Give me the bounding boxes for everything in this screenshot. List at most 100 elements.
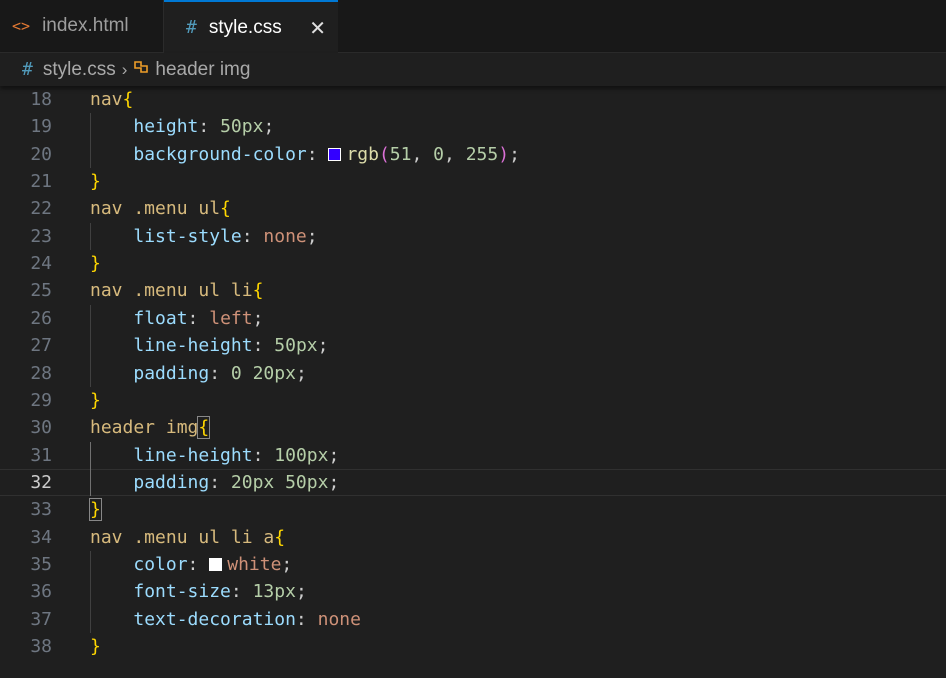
color-swatch-icon[interactable]: [328, 147, 342, 161]
code-token: :: [198, 116, 221, 138]
line-number: 26: [30, 307, 52, 329]
tab-style-css[interactable]: # style.css ✕: [164, 0, 338, 53]
code-text: list-style: none;: [90, 223, 318, 250]
code-line[interactable]: 26 float: left;: [0, 305, 946, 332]
code-token: none: [317, 608, 361, 630]
breadcrumb-file[interactable]: style.css: [43, 59, 116, 81]
code-token: float: [133, 307, 188, 329]
line-number: 33: [30, 499, 52, 521]
tab-index-html[interactable]: <> index.html: [0, 0, 164, 52]
indent-guide: [90, 441, 91, 497]
code-token: ;: [252, 307, 264, 329]
code-line[interactable]: 35 color: white;: [0, 551, 946, 578]
line-number: 35: [30, 553, 52, 575]
color-swatch-icon[interactable]: [209, 557, 223, 571]
code-line[interactable]: 37 text-decoration: none: [0, 606, 946, 633]
line-number: 31: [30, 444, 52, 466]
code-token: }: [90, 171, 101, 193]
code-token: {: [252, 280, 264, 302]
code-token: }: [90, 253, 101, 275]
indent-guide: [90, 222, 91, 251]
code-token: ;: [317, 335, 329, 357]
code-token: ;: [306, 225, 318, 247]
line-number: 24: [30, 253, 52, 275]
line-number: 20: [30, 143, 52, 165]
code-token: 255: [465, 143, 499, 165]
code-line[interactable]: 23 list-style: none;: [0, 223, 946, 250]
code-line[interactable]: 34 nav .menu ul li a{: [0, 524, 946, 551]
code-token: 100px: [274, 444, 329, 466]
code-line[interactable]: 18 nav{: [0, 86, 946, 113]
code-token: white: [227, 553, 282, 575]
indent-guide: [90, 113, 91, 169]
code-token: ;: [328, 471, 340, 493]
code-token: ;: [509, 143, 520, 165]
code-line[interactable]: 28 padding: 0 20px;: [0, 360, 946, 387]
code-token: 50px: [220, 116, 264, 138]
code-text: header img{: [90, 414, 211, 441]
code-text: text-decoration: none: [90, 606, 361, 633]
code-line[interactable]: 22 nav .menu ul{: [0, 195, 946, 222]
code-token: ,: [411, 143, 434, 165]
breadcrumb-symbol[interactable]: header img: [155, 59, 250, 81]
code-text: }: [89, 496, 102, 523]
code-token: :: [306, 143, 329, 165]
code-token: 13px: [252, 581, 296, 603]
code-token: nav: [90, 89, 123, 110]
code-token: line-height: [133, 335, 253, 357]
code-token: {: [274, 526, 286, 548]
code-line[interactable]: 32 padding: 20px 50px;: [0, 468, 946, 496]
code-line[interactable]: 31 line-height: 100px;: [0, 442, 946, 469]
code-text: }: [90, 168, 101, 195]
code-line[interactable]: 21}: [0, 168, 946, 195]
code-token: font-size: [133, 581, 231, 603]
code-line[interactable]: 30 header img{: [0, 414, 946, 441]
css-file-icon: #: [186, 17, 197, 38]
close-icon[interactable]: ✕: [309, 16, 326, 41]
tab-bar: <> index.html # style.css ✕: [0, 0, 946, 53]
code-token: 0 20px: [230, 362, 296, 384]
line-number: 19: [30, 116, 52, 138]
code-line[interactable]: 19 height: 50px;: [0, 113, 946, 140]
code-text: font-size: 13px;: [90, 578, 306, 605]
code-text: color: white;: [90, 551, 292, 578]
line-number: 18: [30, 89, 52, 110]
html-file-icon: <>: [12, 17, 31, 35]
chevron-right-icon: ›: [121, 59, 128, 79]
code-token: :: [187, 553, 210, 575]
line-number: 25: [30, 280, 52, 302]
code-token: height: [133, 116, 199, 138]
code-line[interactable]: 36 font-size: 13px;: [0, 578, 946, 605]
code-token: {: [220, 198, 231, 220]
code-token: (: [378, 143, 390, 165]
symbol-class-icon: [133, 59, 151, 80]
code-token: color: [133, 553, 188, 575]
code-token: 0: [433, 143, 445, 165]
code-line[interactable]: 25 nav .menu ul li{: [0, 277, 946, 304]
code-token: :: [209, 362, 231, 384]
code-text: nav{: [90, 86, 133, 113]
code-line[interactable]: 38}: [0, 633, 946, 660]
code-token: :: [209, 471, 231, 493]
code-editor[interactable]: 18 nav{19 height: 50px; 20 background-colo…: [0, 86, 946, 678]
code-token: ): [498, 143, 510, 165]
code-text: float: left;: [90, 305, 263, 332]
code-line[interactable]: 24}: [0, 250, 946, 277]
code-token: :: [241, 225, 264, 247]
code-line[interactable]: 20 background-color: rgb(51, 0, 255);: [0, 141, 946, 168]
code-line[interactable]: 27 line-height: 50px;: [0, 332, 946, 359]
code-line[interactable]: 29}: [0, 387, 946, 414]
code-line[interactable]: 33}: [0, 496, 946, 523]
code-token: :: [252, 444, 275, 466]
code-text: }: [90, 387, 101, 414]
code-text: height: 50px;: [90, 113, 274, 140]
breadcrumb: # style.css › header img: [0, 53, 946, 86]
code-token: {: [122, 89, 134, 110]
code-text: background-color: rgb(51, 0, 255);: [90, 141, 520, 168]
